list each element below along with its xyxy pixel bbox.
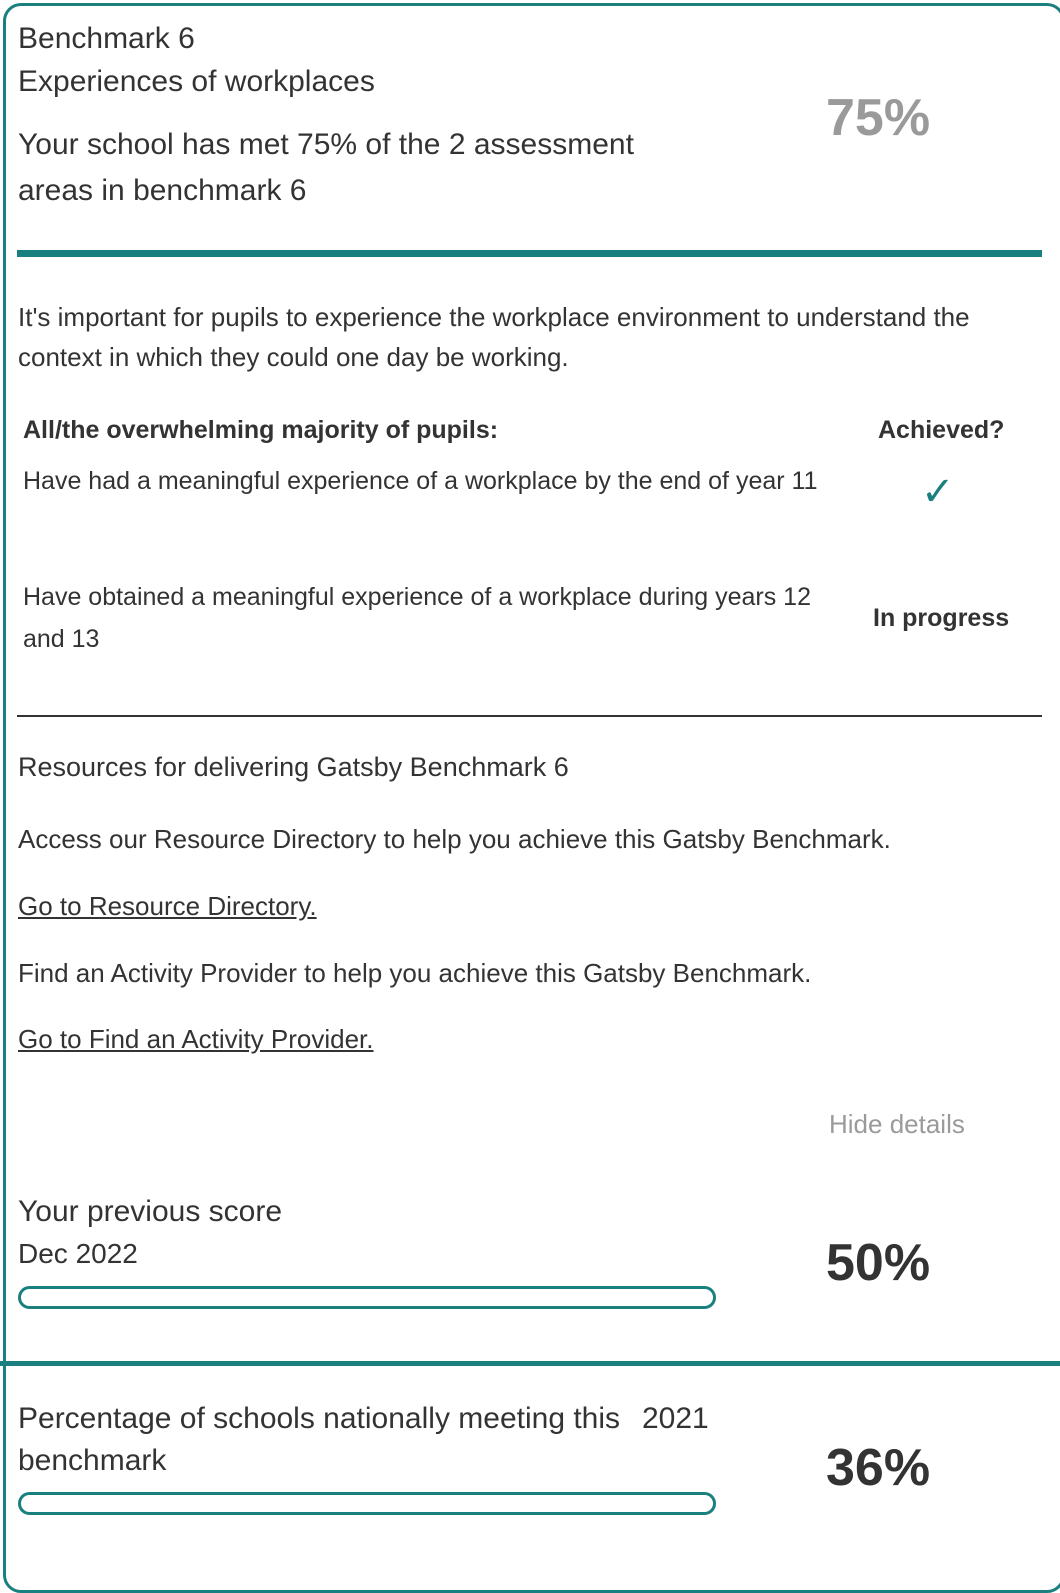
national-score-bar (18, 1492, 716, 1515)
intro-text: It's important for pupils to experience … (18, 302, 970, 372)
previous-score-bar (18, 1286, 716, 1309)
resource-directory-text: Access our Resource Directory to help yo… (18, 824, 891, 854)
activity-provider-link[interactable]: Go to Find an Activity Provider. (18, 1019, 374, 1059)
criteria-row-1-text: Have had a meaningful experience of a wo… (23, 467, 818, 495)
criteria-heading: All/the overwhelming majority of pupils: (23, 416, 499, 444)
benchmark-subtitle: Experiences of workplaces (18, 65, 375, 98)
check-icon: ✓ (921, 470, 955, 514)
header-divider (17, 250, 1042, 257)
hide-details-button[interactable]: Hide details (829, 1104, 965, 1144)
previous-score-date: Dec 2022 (18, 1238, 138, 1269)
section-divider (0, 1361, 1060, 1366)
benchmark-title: Benchmark 6 (18, 22, 195, 55)
national-score-value: 36% (826, 1439, 931, 1497)
criteria-row-2-text: Have obtained a meaningful experience of… (23, 583, 811, 653)
national-score-label: Percentage of schools nationally meeting… (18, 1402, 621, 1477)
criteria-row-2-status: In progress (873, 604, 1010, 632)
activity-provider-text: Find an Activity Provider to help you ac… (18, 958, 812, 988)
benchmark-card (3, 3, 1060, 1593)
resources-title: Resources for delivering Gatsby Benchmar… (18, 752, 569, 782)
previous-score-value: 50% (826, 1234, 931, 1292)
previous-score-label: Your previous score (18, 1195, 283, 1228)
resource-directory-link[interactable]: Go to Resource Directory. (18, 886, 317, 926)
achieved-heading: Achieved? (878, 416, 1005, 444)
current-score: 75% (826, 89, 931, 147)
benchmark-summary: Your school has met 75% of the 2 assessm… (18, 128, 634, 207)
resources-divider (17, 715, 1042, 717)
national-score-year: 2021 (642, 1402, 709, 1435)
